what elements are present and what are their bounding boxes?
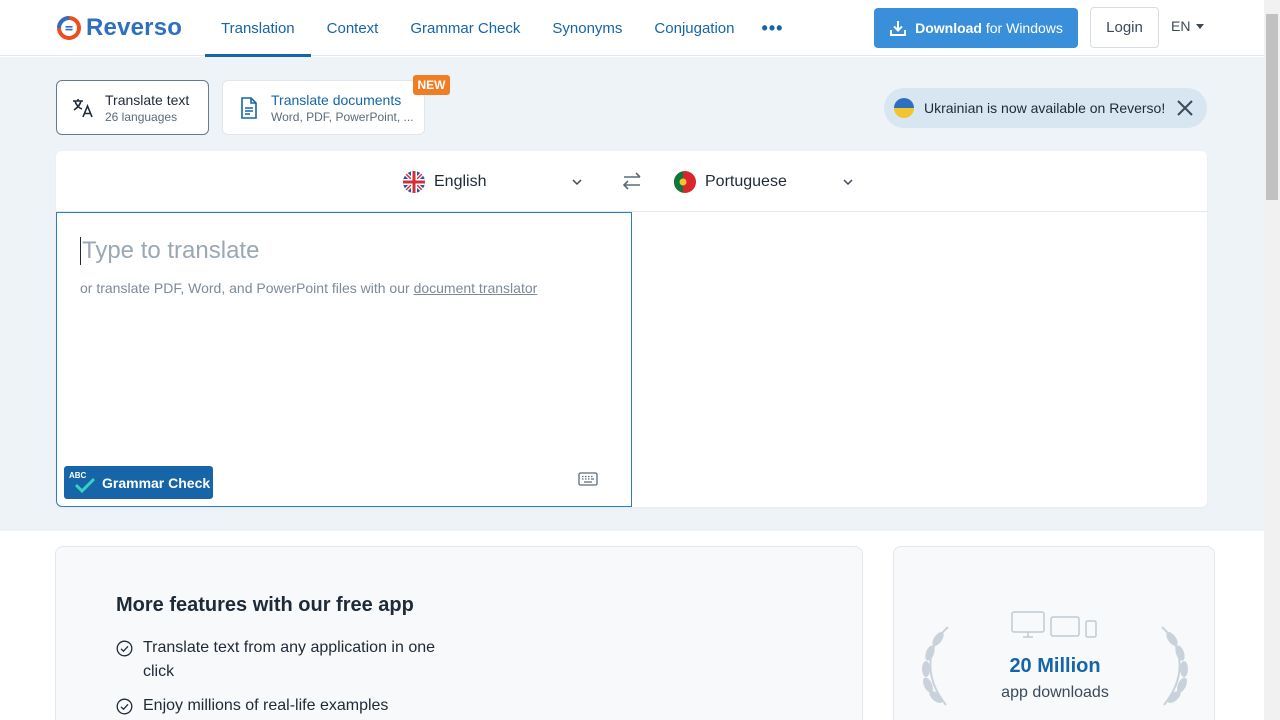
translate-documents-title: Translate documents [271, 91, 402, 108]
portugal-flag-icon [674, 171, 696, 193]
nav-conjugation[interactable]: Conjugation [638, 0, 750, 56]
top-header: Reverso Translation Context Grammar Chec… [0, 0, 1264, 57]
source-language-label: English [434, 173, 487, 190]
nav-grammar-check[interactable]: Grammar Check [394, 0, 536, 56]
feature-item: Translate text from any application in o… [116, 636, 456, 684]
downloads-stat-card: 20 Million app downloads [893, 546, 1215, 720]
tab-translate-documents[interactable]: Translate documents Word, PDF, PowerPoin… [222, 80, 425, 135]
translate-text-title: Translate text [105, 91, 190, 108]
translate-icon [73, 98, 93, 117]
grammar-check-label: Grammar Check [102, 474, 211, 491]
reverso-logo[interactable]: Reverso [56, 14, 182, 42]
ukraine-flag-icon [894, 98, 914, 118]
source-language-select[interactable]: English [403, 169, 583, 195]
source-text-input[interactable]: Type to translate or translate PDF, Word… [56, 212, 632, 507]
translator-panel: English Portuguese Type to translate or … [56, 151, 1207, 507]
check-circle-icon [116, 640, 133, 657]
document-icon [241, 96, 257, 119]
scrollbar-thumb[interactable] [1266, 14, 1278, 200]
close-icon[interactable] [1175, 98, 1195, 118]
grammar-check-button[interactable]: ABC Grammar Check [64, 466, 213, 499]
ui-language-label: EN [1171, 18, 1191, 34]
feature-text: Translate text from any application in o… [143, 639, 436, 680]
language-bar: English Portuguese [56, 151, 1207, 212]
login-button[interactable]: Login [1090, 7, 1159, 48]
source-placeholder: Type to translate [80, 237, 260, 265]
feature-item: Enjoy millions of real-life examples [116, 694, 456, 718]
page-scrollbar[interactable] [1264, 0, 1280, 720]
keyboard-icon[interactable] [578, 472, 598, 486]
translate-text-subtitle: 26 languages [105, 109, 178, 124]
tab-translate-text[interactable]: Translate text 26 languages [56, 80, 209, 135]
uk-flag-icon [403, 171, 425, 193]
ukrainian-notice-banner: Ukrainian is now available on Reverso! [884, 88, 1207, 128]
chevron-down-icon [572, 179, 582, 186]
ui-language-selector[interactable]: EN [1171, 18, 1205, 34]
laurel-right-icon [1161, 626, 1188, 706]
new-badge: NEW [413, 75, 450, 95]
notice-text: Ukrainian is now available on Reverso! [924, 100, 1166, 116]
feature-text: Enjoy millions of real-life examples [143, 697, 389, 714]
main-nav: Translation Context Grammar Check Synony… [205, 0, 794, 57]
grammar-check-icon: ABC [68, 471, 98, 495]
logo-mark-icon [57, 16, 81, 40]
nav-synonyms[interactable]: Synonyms [536, 0, 638, 56]
logo-text: Reverso [86, 14, 183, 41]
more-menu-icon[interactable]: ••• [750, 0, 794, 56]
document-translator-link[interactable]: document translator [414, 280, 538, 296]
check-circle-icon [116, 698, 133, 715]
nav-translation[interactable]: Translation [205, 0, 311, 57]
download-label-bold: Download [915, 20, 982, 36]
target-language-select[interactable]: Portuguese [674, 169, 854, 195]
devices-icon [1011, 611, 1097, 638]
download-windows-button[interactable]: Download for Windows [874, 8, 1078, 48]
download-icon [890, 21, 907, 36]
target-language-label: Portuguese [705, 173, 787, 190]
app-promo-card: More features with our free app Translat… [55, 546, 863, 720]
download-label-rest: for Windows [985, 20, 1063, 36]
translate-documents-subtitle: Word, PDF, PowerPoint, ... [271, 109, 414, 124]
nav-context[interactable]: Context [311, 0, 395, 56]
caret-down-icon [1196, 23, 1205, 29]
translation-output [632, 212, 1207, 507]
document-hint-text: or translate PDF, Word, and PowerPoint f… [80, 280, 410, 296]
swap-languages-icon[interactable] [621, 171, 643, 191]
app-promo-title: More features with our free app [116, 594, 414, 616]
chevron-down-icon [843, 179, 853, 186]
document-hint: or translate PDF, Word, and PowerPoint f… [80, 280, 537, 296]
